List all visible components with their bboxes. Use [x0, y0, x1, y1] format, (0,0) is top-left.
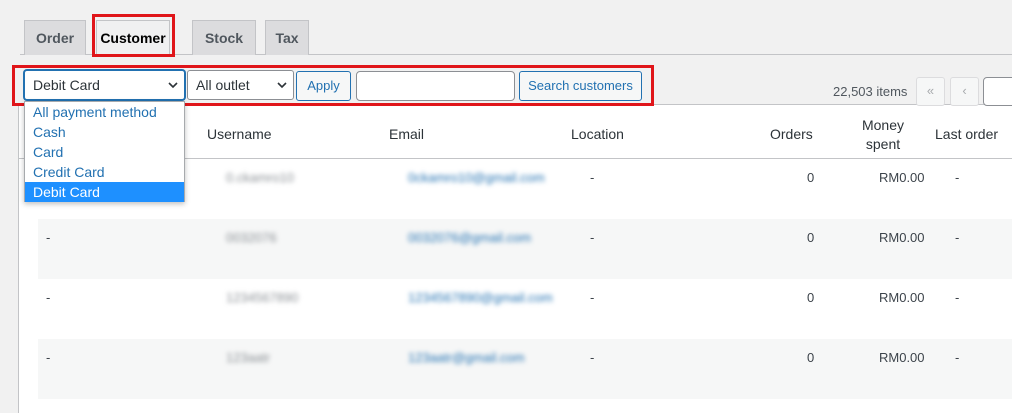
cell-email-link[interactable]: 0032076@gmail.com	[408, 230, 531, 245]
table-row: - 0032076 0032076@gmail.com - 0 RM0.00 -	[38, 219, 1012, 279]
column-header-orders[interactable]: Orders	[770, 126, 813, 142]
cell-last-order: -	[955, 290, 960, 305]
cell-username: 123aatr	[226, 350, 271, 365]
cell-email-link[interactable]: 123aatr@gmail.com	[408, 350, 525, 365]
cell-location: -	[590, 290, 595, 305]
table-row: - 123aatr 123aatr@gmail.com - 0 RM0.00 -	[38, 339, 1012, 399]
highlight-box-filters	[12, 65, 654, 106]
option-card[interactable]: Card	[25, 142, 184, 162]
column-header-money-line2: spent	[865, 136, 901, 152]
option-debit-card[interactable]: Debit Card	[25, 182, 184, 202]
cell-last-order: -	[955, 350, 960, 365]
cell-name: -	[46, 230, 51, 245]
column-header-email[interactable]: Email	[389, 126, 424, 142]
column-header-location[interactable]: Location	[571, 126, 624, 142]
cell-username: 1234567890	[226, 290, 299, 305]
cell-name: -	[46, 350, 51, 365]
first-page-button[interactable]: «	[916, 77, 945, 106]
payment-method-dropdown: All payment method Cash Card Credit Card…	[24, 101, 185, 202]
cell-orders: 0	[807, 170, 815, 185]
tab-order[interactable]: Order	[24, 20, 86, 55]
cell-username: 0.ckamro10	[226, 170, 294, 185]
current-page-input[interactable]	[983, 77, 1012, 106]
option-credit-card[interactable]: Credit Card	[25, 162, 184, 182]
highlight-box-tab	[92, 14, 175, 57]
table-row: - 1234567890 1234567890@gmail.com - 0 RM…	[38, 279, 1012, 339]
cell-email-link[interactable]: 0ckamro10@gmail.com	[408, 170, 545, 185]
column-header-last-order[interactable]: Last order	[935, 126, 998, 142]
cell-orders: 0	[807, 290, 815, 305]
cell-location: -	[590, 170, 595, 185]
cell-money-spent: RM0.00	[879, 350, 925, 365]
cell-last-order: -	[955, 230, 960, 245]
cell-money-spent: RM0.00	[879, 230, 925, 245]
option-all-payment-method[interactable]: All payment method	[25, 102, 184, 122]
items-count: 22,503 items	[833, 84, 908, 99]
cell-location: -	[590, 230, 595, 245]
cell-email-link[interactable]: 1234567890@gmail.com	[408, 290, 553, 305]
cell-name: -	[46, 290, 51, 305]
cell-money-spent: RM0.00	[879, 170, 925, 185]
prev-page-button[interactable]: ‹	[950, 77, 979, 106]
cell-username: 0032076	[226, 230, 277, 245]
cell-orders: 0	[807, 230, 815, 245]
cell-money-spent: RM0.00	[879, 290, 925, 305]
cell-orders: 0	[807, 350, 815, 365]
column-header-username[interactable]: Username	[207, 126, 272, 142]
cell-last-order: -	[955, 170, 960, 185]
option-cash[interactable]: Cash	[25, 122, 184, 142]
tab-tax[interactable]: Tax	[265, 20, 309, 55]
tab-stock[interactable]: Stock	[192, 20, 256, 55]
column-header-money-spent[interactable]: Money spent	[840, 116, 926, 154]
column-header-money-line1: Money	[861, 117, 905, 133]
cell-location: -	[590, 350, 595, 365]
